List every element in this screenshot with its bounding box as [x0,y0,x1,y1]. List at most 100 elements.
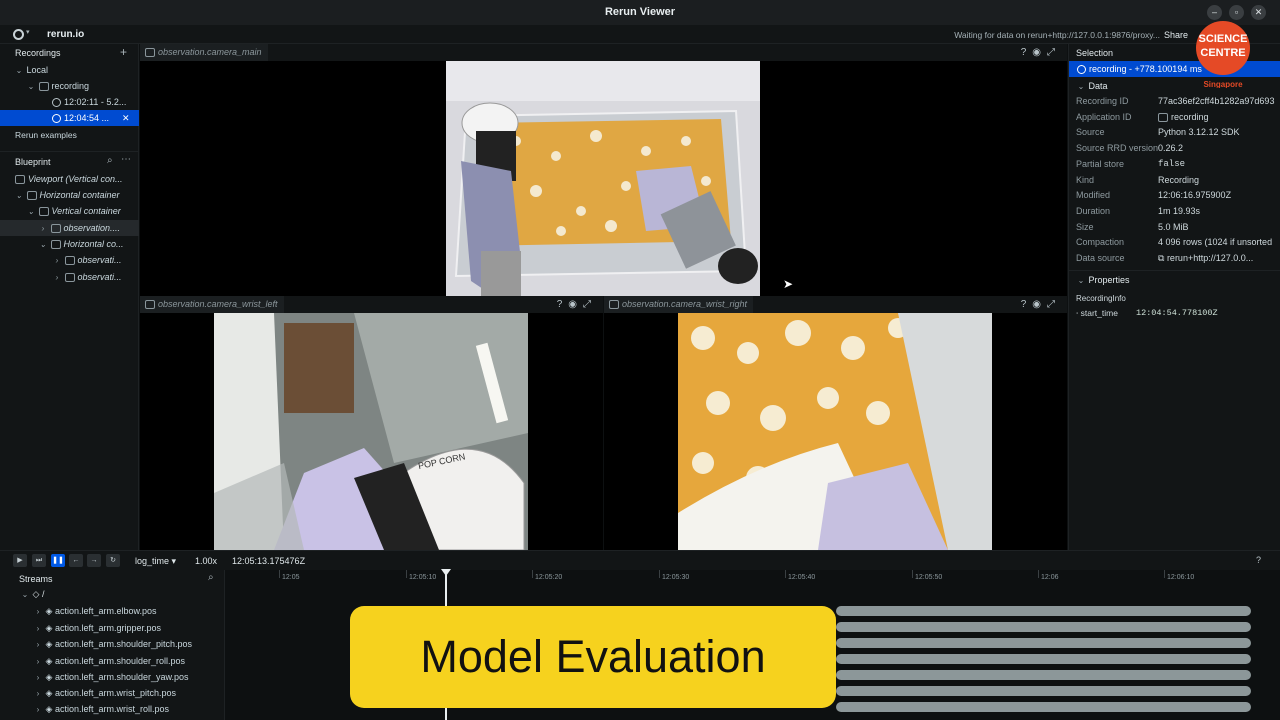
start-time-value: 12:04:54.778100Z [1136,308,1218,318]
svg-text:CENTRE: CENTRE [1200,47,1245,59]
more-icon[interactable]: ⋯ [121,154,131,165]
tick-label: 12:05:30 [662,574,690,581]
timeline-selector[interactable]: log_time ▾ [135,556,176,567]
start-time-key: start_time [1080,308,1118,318]
blueprint-vertical-container[interactable]: ⌄ Vertical container [0,203,139,219]
chevron-right-icon: › [55,273,59,282]
chevron-right-icon: › [55,256,59,265]
stream-item[interactable]: › ◈ action.left_arm.shoulder_roll.pos [33,656,185,667]
view-controls[interactable]: ?◉⤢ [1021,296,1061,313]
time-cursor-handle[interactable] [441,569,451,576]
view-title: observation.camera_wrist_left [158,299,278,309]
field-key: Data source [1076,253,1125,263]
step-play-icon[interactable]: ⏭ [32,554,46,567]
chevron-down-icon: ⌄ [27,207,35,216]
field-value-text: rerun+http://127.0.0... [1166,253,1254,263]
loop-icon[interactable]: ↻ [106,554,120,567]
entity-icon: ◈ [45,704,53,714]
rerun-menu-icon[interactable] [13,29,24,40]
tick-label: 12:06:10 [1167,574,1195,581]
field-partial-store: Partial store false [1076,157,1280,172]
clock-icon [1077,65,1086,75]
blueprint-view-wrist-right[interactable]: › observati... [0,269,139,285]
field-key: Size [1076,222,1094,232]
chevron-right-icon: › [36,640,40,649]
clock-icon [52,114,61,124]
blueprint-header: Blueprint [15,157,51,167]
stream-item-label: action.left_arm.gripper.pos [54,623,162,633]
tick-label: 12:05:20 [535,574,563,581]
field-key: Partial store [1076,159,1125,169]
blueprint-view-wrist-left[interactable]: › observati... [0,252,139,268]
entity-icon: ◈ [45,639,53,649]
blueprint-view-main[interactable]: › observation.... [0,220,139,236]
view-tab-wrist-right[interactable]: observation.camera_wrist_right ?◉⤢ [604,296,1067,313]
field-value: 5.0 MiB [1158,222,1189,232]
recording-item-selected[interactable]: 12:04:54 ... ✕ [0,110,139,126]
container-icon [38,207,49,217]
tick-label: 12:05:10 [409,574,437,581]
chevron-down-icon: ⌄ [1077,82,1085,91]
tick-mark [1038,570,1039,578]
timeline-selector-label: log_time [135,556,170,566]
recording-label: recording [51,81,90,91]
chevron-right-icon: › [36,689,40,698]
app-name[interactable]: rerun.io [47,29,84,40]
stream-item[interactable]: › ◈ action.left_arm.wrist_roll.pos [33,704,169,715]
stream-root[interactable]: ⌄ ◇ / [20,589,45,600]
view-controls[interactable]: ?◉⤢ [1021,44,1061,61]
view-wrist-right[interactable] [604,313,1067,550]
playback-speed[interactable]: 1.00x [195,556,217,566]
help-icon[interactable]: ? [1256,555,1261,565]
blueprint-horizontal-container[interactable]: ⌄ Horizontal container [0,187,139,203]
view-controls[interactable]: ?◉⤢ [557,296,597,313]
top-bar: ▾ rerun.io Waiting for data on rerun+htt… [0,25,1280,44]
share-button[interactable]: Share [1164,30,1188,40]
stream-item[interactable]: › ◈ action.left_arm.gripper.pos [33,623,161,634]
search-icon[interactable]: ⌕ [107,155,113,166]
recording-item[interactable]: 12:02:11 - 5.2... [0,94,139,110]
view-wrist-left[interactable]: POP CORN [140,313,603,550]
close-icon[interactable]: ✕ [122,110,130,126]
data-section-header[interactable]: ⌄ Data [1076,81,1108,91]
entity-icon: ◈ [45,656,53,666]
blueprint-item-label: Horizontal container [39,190,120,200]
stream-item[interactable]: › ◈ action.left_arm.wrist_pitch.pos [33,688,176,699]
selection-header: Selection [1076,48,1114,58]
view-tab-wrist-left[interactable]: observation.camera_wrist_left ?◉⤢ [140,296,603,313]
stream-item[interactable]: › ◈ action.left_arm.shoulder_yaw.pos [33,672,189,683]
recordings-header: Recordings [15,48,61,58]
blueprint-viewport[interactable]: Viewport (Vertical con... [0,171,139,187]
entity-icon: ◈ [45,688,53,698]
field-key: Recording ID [1076,96,1129,106]
field-value[interactable]: ⧉ rerun+http://127.0.0... [1158,251,1253,266]
step-forward-icon[interactable]: → [87,554,101,567]
stream-item[interactable]: › ◈ action.left_arm.elbow.pos [33,606,157,617]
properties-header[interactable]: ⌄ Properties [1076,275,1130,285]
play-icon[interactable]: ▶ [13,554,27,567]
current-time[interactable]: 12:05:13.175476Z [232,556,305,566]
field-value: 0.26.2 [1158,143,1184,153]
image-view-icon [64,256,75,266]
search-icon[interactable]: ⌕ [208,572,214,583]
step-back-icon[interactable]: ← [69,554,83,567]
view-tab-camera-main[interactable]: observation.camera_main ?◉⤢ [140,44,1067,61]
rerun-examples-link[interactable]: Rerun examples [0,127,139,143]
recording-group[interactable]: ⌄ recording [0,78,139,94]
left-panel: Recordings + ⌄ Local ⌄ recording 12:02:1… [0,44,139,550]
stream-item[interactable]: › ◈ action.left_arm.shoulder_pitch.pos [33,639,192,650]
pause-icon[interactable]: ❚❚ [51,554,65,567]
model-evaluation-banner: Model Evaluation [350,606,836,708]
chevron-down-icon: ▾ [26,29,30,36]
field-data-source[interactable]: Data source ⧉ rerun+http://127.0.0... [1076,251,1280,266]
stream-item-label: action.left_arm.shoulder_roll.pos [54,656,186,666]
recordings-local[interactable]: ⌄ Local [0,62,139,78]
tick-mark [1164,570,1165,578]
field-value: Recording [1158,175,1200,185]
image-view-icon [145,48,155,58]
tick-label: 12:06 [1041,574,1059,581]
blueprint-horizontal-container-2[interactable]: ⌄ Horizontal co... [0,236,139,252]
add-icon[interactable]: + [120,45,127,59]
field-duration: Duration 1m 19.93s [1076,204,1280,219]
view-camera-main[interactable]: ➤ [140,61,1067,296]
